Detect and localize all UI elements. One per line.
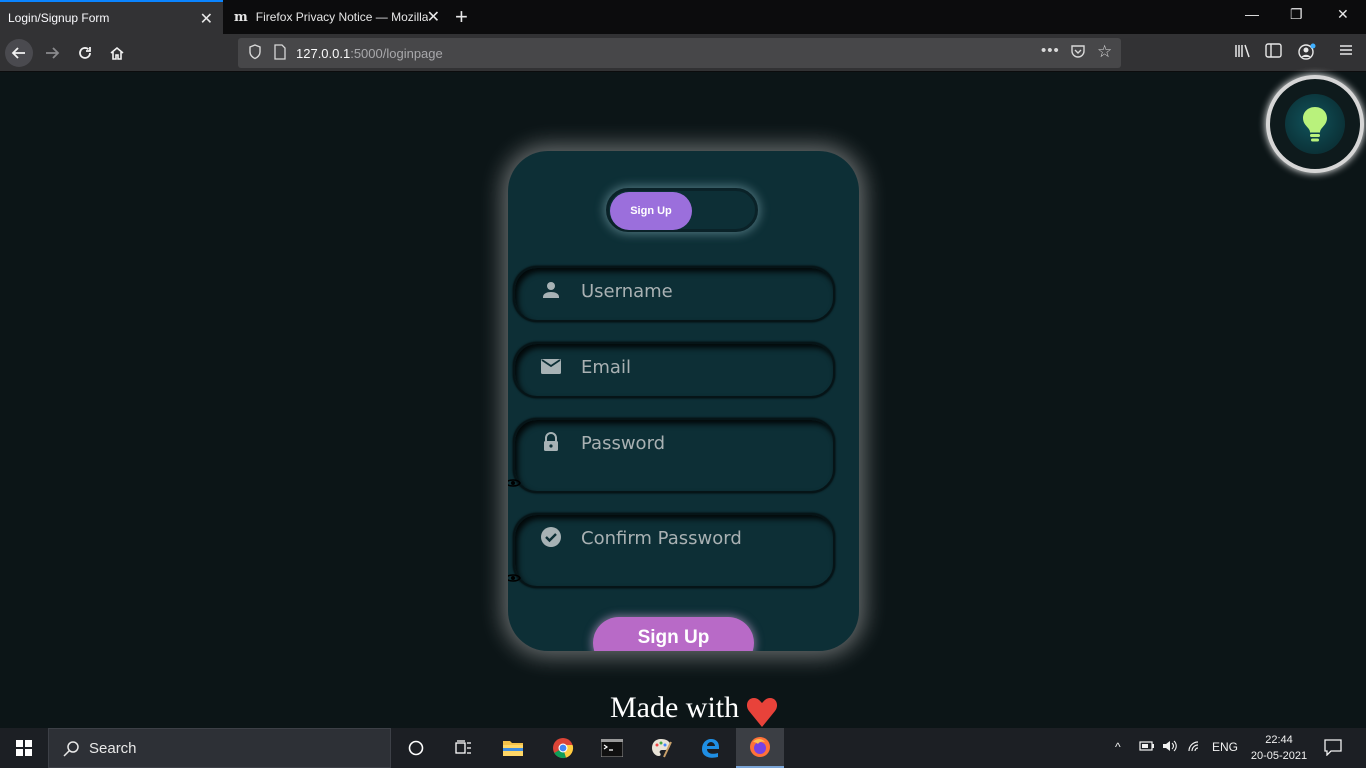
username-field (513, 266, 835, 322)
library-icon[interactable] (1234, 43, 1252, 63)
tab-privacy-notice[interactable]: m Firefox Privacy Notice — Mozilla ✕ (224, 0, 450, 34)
notifications-icon[interactable] (1324, 738, 1342, 759)
windows-taskbar: Search ^ ENG 22:44 20-05-2021 (0, 728, 1366, 768)
password-field (513, 418, 835, 493)
restore-icon[interactable]: ❐ (1290, 6, 1303, 23)
edge-icon (702, 739, 719, 758)
clock-date: 20-05-2021 (1250, 750, 1308, 762)
mail-icon (541, 359, 561, 374)
theme-toggle-inner (1285, 94, 1345, 154)
switch-knob-signup[interactable]: Sign Up (610, 192, 692, 230)
url-bar[interactable]: 127.0.0.1:5000/loginpage ••• ☆ (238, 38, 1121, 68)
terminal-button[interactable] (588, 728, 636, 768)
url-host: 127.0.0.1 (296, 45, 351, 61)
heart-icon (747, 698, 778, 727)
url-path: :5000/loginpage (350, 45, 443, 61)
tab-title: Login/Signup Form (8, 11, 110, 25)
search-icon (63, 741, 79, 757)
task-view-icon (455, 740, 471, 754)
volume-icon[interactable] (1162, 740, 1178, 755)
show-hidden-icons[interactable]: ^ (1115, 740, 1121, 754)
login-signup-switch[interactable]: Sign Up (606, 188, 758, 232)
theme-toggle-button[interactable] (1266, 75, 1364, 173)
clock-time: 22:44 (1265, 734, 1293, 746)
wifi-icon[interactable] (1187, 740, 1203, 755)
person-icon (543, 282, 559, 298)
lock-icon (544, 432, 558, 451)
tab-title: Firefox Privacy Notice — Mozilla (255, 10, 428, 24)
bookmark-star-icon[interactable]: ☆ (1097, 42, 1112, 62)
signup-card: Sign Up Sign Up (508, 151, 859, 651)
reload-button[interactable] (71, 39, 99, 67)
page-content: Sign Up Sign Up Made with (0, 73, 1366, 728)
signup-submit-button[interactable]: Sign Up (593, 617, 754, 651)
mozilla-icon: m (234, 9, 248, 25)
browser-tab-strip: Login/Signup Form ✕ m Firefox Privacy No… (0, 0, 1366, 34)
minimize-icon[interactable]: — (1245, 6, 1259, 22)
windows-logo-icon (16, 740, 32, 756)
pocket-icon[interactable] (1070, 44, 1086, 62)
confirm-password-input[interactable] (581, 528, 821, 549)
reload-icon (79, 47, 91, 59)
file-explorer-button[interactable] (489, 728, 537, 768)
cortana-button[interactable] (392, 728, 440, 768)
paint-palette-icon (652, 739, 672, 758)
footer-text: Made with (610, 691, 740, 724)
language-indicator[interactable]: ENG (1212, 740, 1238, 754)
show-confirm-password-eye-icon[interactable] (508, 573, 521, 583)
start-button[interactable] (0, 728, 48, 768)
email-input[interactable] (581, 357, 821, 378)
chrome-icon (553, 738, 574, 759)
email-field (513, 342, 835, 398)
password-input[interactable] (581, 433, 821, 454)
page-actions-icon[interactable]: ••• (1041, 42, 1060, 59)
task-view-button[interactable] (440, 728, 488, 768)
footer-credit: Made with (610, 687, 779, 729)
show-password-eye-icon[interactable] (508, 478, 521, 488)
new-tab-icon[interactable]: + (455, 4, 468, 30)
search-label: Search (89, 739, 137, 757)
check-circle-icon (541, 527, 561, 547)
folder-icon (503, 741, 523, 756)
window-close-icon[interactable]: ✕ (1337, 6, 1349, 23)
edge-button[interactable] (686, 728, 734, 768)
forward-button[interactable] (38, 39, 66, 67)
paint-button[interactable] (637, 728, 685, 768)
chrome-button[interactable] (539, 728, 587, 768)
back-arrow-icon (11, 47, 25, 59)
browser-toolbar: 127.0.0.1:5000/loginpage ••• ☆ (0, 34, 1366, 72)
home-button[interactable] (103, 39, 131, 67)
close-tab-icon[interactable]: ✕ (200, 9, 213, 29)
forward-arrow-icon (46, 47, 60, 59)
confirm-password-field (513, 513, 835, 588)
back-button[interactable] (5, 39, 33, 67)
home-icon (110, 46, 124, 60)
close-tab-icon[interactable]: ✕ (427, 7, 440, 27)
shield-icon[interactable] (248, 44, 262, 63)
username-input[interactable] (581, 281, 821, 302)
taskbar-search-box[interactable]: Search (48, 728, 391, 768)
firefox-icon (750, 737, 770, 757)
taskbar-clock[interactable]: 22:44 20-05-2021 (1248, 732, 1310, 764)
battery-icon[interactable] (1139, 740, 1155, 755)
account-icon[interactable] (1298, 43, 1316, 65)
tab-login-signup[interactable]: Login/Signup Form ✕ (0, 0, 223, 34)
terminal-icon (601, 739, 623, 757)
page-info-icon[interactable] (274, 44, 286, 63)
lightbulb-icon (1303, 107, 1327, 142)
firefox-button[interactable] (736, 728, 784, 768)
sidebar-icon[interactable] (1265, 43, 1282, 62)
menu-icon[interactable] (1339, 43, 1353, 61)
cortana-circle-icon (408, 740, 424, 756)
